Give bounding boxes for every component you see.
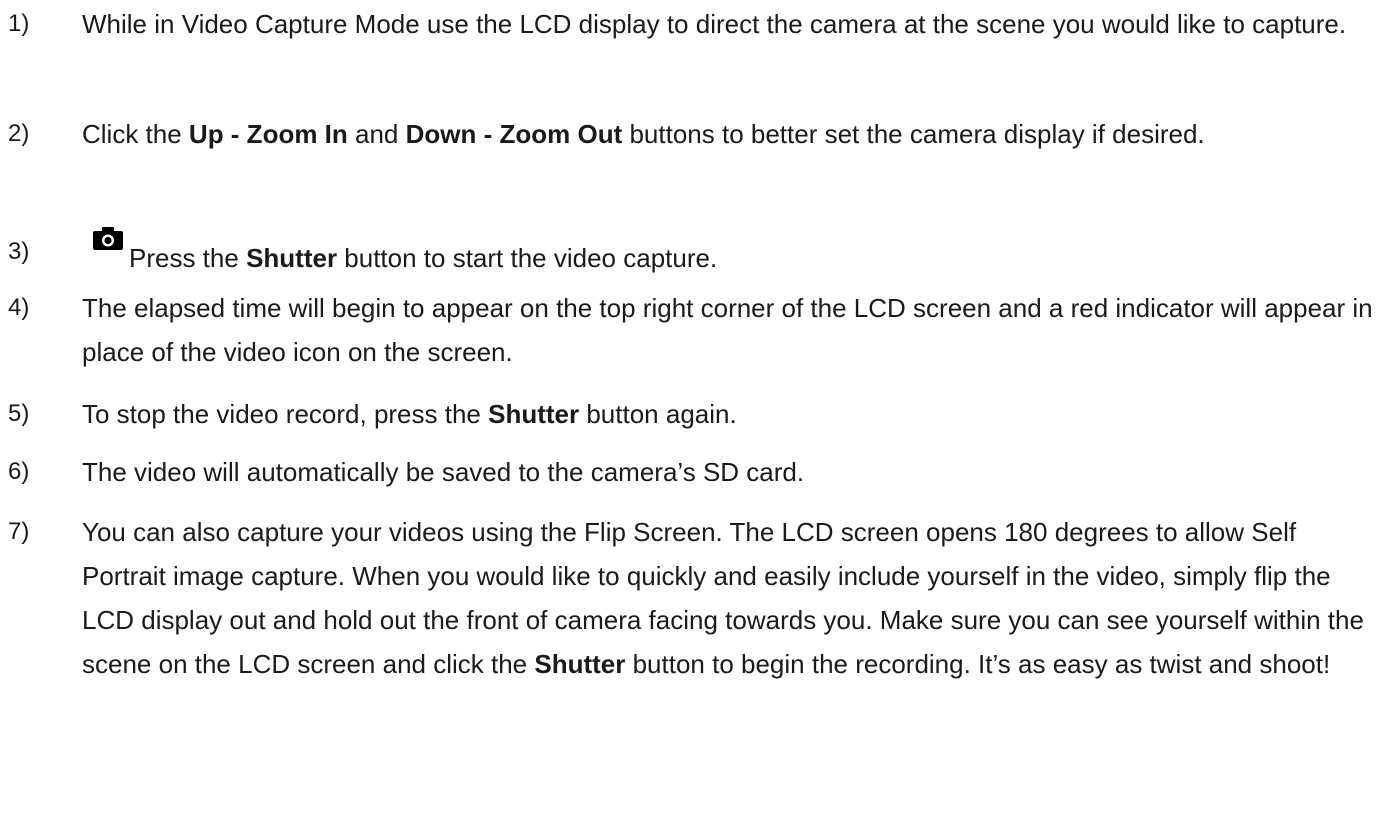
step-text: You can also capture your videos using t… xyxy=(82,517,1364,679)
step-number: 2) xyxy=(8,120,30,147)
step-number: 6) xyxy=(8,458,30,485)
camera-icon xyxy=(93,227,123,250)
step-text: To stop the video record, press the Shut… xyxy=(82,399,737,429)
step-text: The elapsed time will begin to appear on… xyxy=(82,293,1373,367)
step-text: Press the Shutter button to start the vi… xyxy=(129,243,718,273)
step-number: 7) xyxy=(8,518,30,545)
step-number: 3) xyxy=(8,238,30,265)
step-number: 4) xyxy=(8,294,30,321)
step-number: 5) xyxy=(8,400,30,427)
step-text: The video will automatically be saved to… xyxy=(82,457,805,487)
step-number: 1) xyxy=(8,10,30,37)
step-text: Click the Up - Zoom In and Down - Zoom O… xyxy=(82,119,1205,149)
step-text: While in Video Capture Mode use the LCD … xyxy=(82,9,1347,39)
